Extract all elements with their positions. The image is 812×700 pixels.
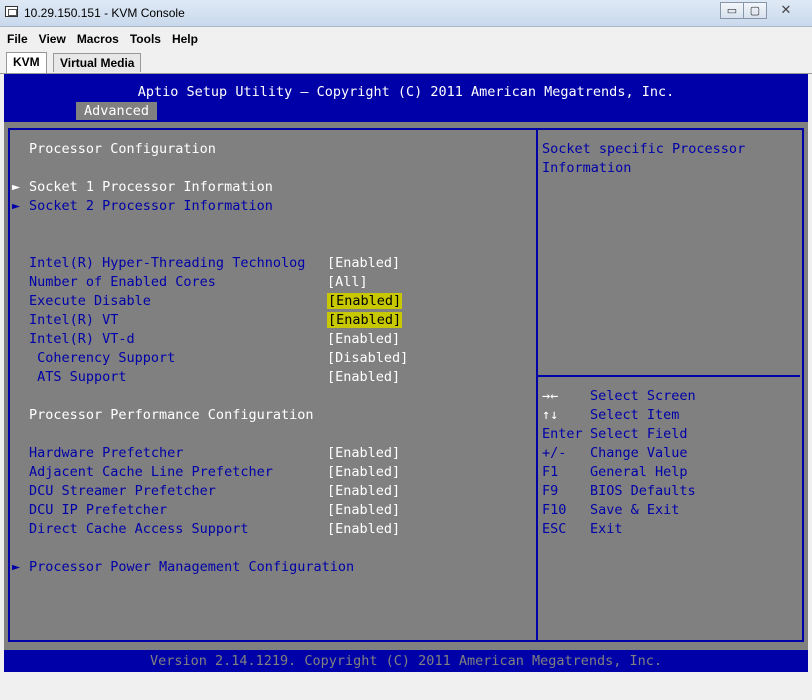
key-name: F1 [542, 464, 559, 480]
help-panel [536, 128, 804, 642]
perf-section-title: Processor Performance Configuration [29, 407, 314, 423]
bios-header: Aptio Setup Utility – Copyright (C) 2011… [4, 74, 808, 122]
submenu-socket2[interactable]: Socket 2 Processor Information [29, 197, 273, 215]
setting-label[interactable]: Adjacent Cache Line Prefetcher [29, 463, 273, 481]
setting-value[interactable]: [Disabled] [327, 349, 408, 367]
tab-virtual-media[interactable]: Virtual Media [53, 53, 142, 72]
bios-footer: Version 2.14.1219. Copyright (C) 2011 Am… [4, 650, 808, 672]
setting-label[interactable]: Execute Disable [29, 292, 151, 310]
key-name: Enter [542, 426, 583, 442]
section-title: Processor Configuration [29, 141, 216, 157]
submenu-arrow-icon: ► [12, 179, 21, 195]
menu-view[interactable]: View [32, 27, 70, 46]
menu-help[interactable]: Help [165, 27, 202, 46]
setting-value-highlighted[interactable]: [Enabled] [327, 311, 403, 329]
setting-label[interactable]: Intel(R) Hyper-Threading Technolog [29, 254, 305, 272]
menu-bar: File View Macros Tools Help [0, 27, 812, 49]
setting-value-highlighted[interactable]: [Enabled] [327, 292, 403, 310]
close-button[interactable]: ✕ [766, 2, 806, 19]
window-controls: ▭ ▢ ✕ [720, 2, 806, 20]
setting-value[interactable]: [Enabled] [327, 330, 400, 348]
setting-value[interactable]: [Enabled] [327, 444, 400, 462]
setting-value[interactable]: [Enabled] [327, 463, 400, 481]
key-name: ESC [542, 521, 567, 537]
key-name: →← [542, 388, 559, 404]
submenu-power-management[interactable]: Processor Power Management Configuration [29, 558, 354, 576]
console-tabs: KVM Virtual Media [0, 51, 812, 74]
setting-label[interactable]: Coherency Support [29, 349, 175, 367]
minimize-button[interactable]: ▭ [720, 2, 744, 19]
setting-value[interactable]: [Enabled] [327, 482, 400, 500]
key-name: +/- [542, 445, 567, 461]
key-desc: BIOS Defaults [590, 483, 696, 499]
menu-tools[interactable]: Tools [123, 27, 165, 46]
key-name: ↑↓ [542, 407, 559, 423]
submenu-arrow-icon: ► [12, 559, 21, 575]
setting-value[interactable]: [Enabled] [327, 254, 400, 272]
help-divider [538, 375, 800, 377]
bios-title: Aptio Setup Utility – Copyright (C) 2011… [137, 84, 675, 100]
help-text-line: Information [542, 160, 632, 176]
highlighted-value[interactable]: [Enabled] [327, 293, 403, 309]
window-title: 10.29.150.151 - KVM Console [24, 6, 185, 20]
setting-label[interactable]: Direct Cache Access Support [29, 520, 248, 538]
key-desc: Select Screen [590, 388, 696, 404]
highlighted-value[interactable]: [Enabled] [327, 312, 403, 328]
setting-label[interactable]: Intel(R) VT [29, 311, 118, 329]
tab-kvm[interactable]: KVM [6, 52, 47, 73]
menu-macros[interactable]: Macros [70, 27, 123, 46]
submenu-arrow-icon: ► [12, 198, 21, 214]
setting-value[interactable]: [Enabled] [327, 368, 400, 386]
key-desc: Select Field [590, 426, 688, 442]
setting-label[interactable]: DCU IP Prefetcher [29, 501, 167, 519]
help-text-line: Socket specific Processor [542, 141, 746, 157]
window-title-bar: 10.29.150.151 - KVM Console ▭ ▢ ✕ [0, 0, 812, 27]
key-desc: Change Value [590, 445, 688, 461]
key-desc: Save & Exit [590, 502, 680, 518]
app-window-icon [5, 6, 18, 17]
key-desc: General Help [590, 464, 688, 480]
setting-label[interactable]: DCU Streamer Prefetcher [29, 482, 216, 500]
setting-value[interactable]: [Enabled] [327, 520, 400, 538]
key-desc: Select Item [590, 407, 680, 423]
setting-value[interactable]: [All] [327, 273, 368, 291]
key-name: F9 [542, 483, 559, 499]
setting-label[interactable]: Hardware Prefetcher [29, 444, 183, 462]
setting-label[interactable]: ATS Support [29, 368, 126, 386]
kvm-screen[interactable]: Aptio Setup Utility – Copyright (C) 2011… [4, 74, 808, 672]
key-name: F10 [542, 502, 567, 518]
setting-value[interactable]: [Enabled] [327, 501, 400, 519]
maximize-button[interactable]: ▢ [743, 2, 767, 19]
bios-tab-advanced[interactable]: Advanced [76, 102, 158, 120]
setting-label[interactable]: Number of Enabled Cores [29, 273, 216, 291]
submenu-socket1[interactable]: Socket 1 Processor Information [29, 178, 273, 196]
key-desc: Exit [590, 521, 623, 537]
setting-label[interactable]: Intel(R) VT-d [29, 330, 135, 348]
menu-file[interactable]: File [0, 27, 32, 46]
